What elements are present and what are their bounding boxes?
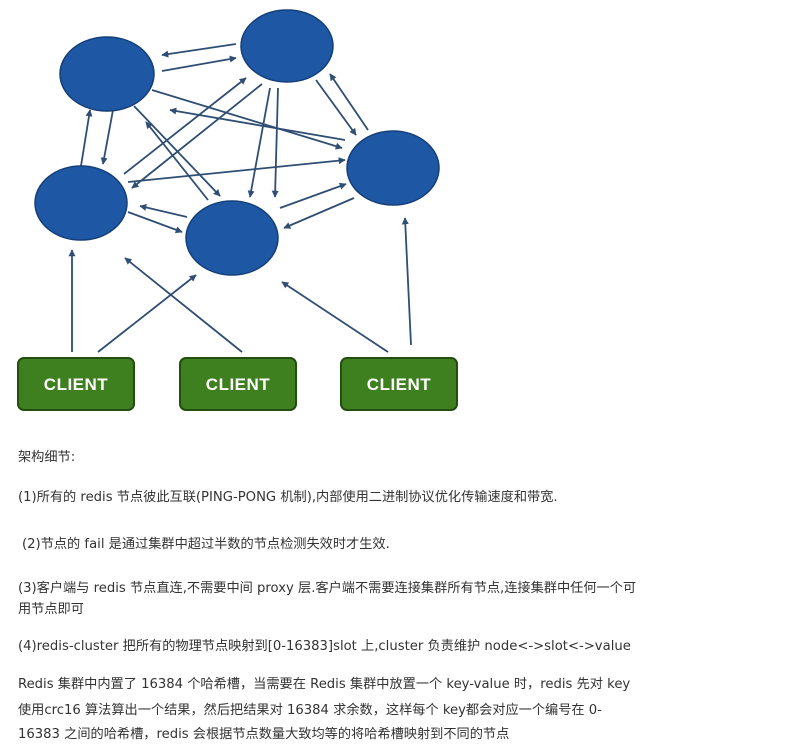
arrow-d-to-a bbox=[80, 109, 93, 167]
hash-slot-line-1: Redis 集群中内置了 16384 个哈希槽，当需要在 Redis 集群中放置… bbox=[18, 677, 631, 692]
arrow-b-to-e bbox=[247, 87, 271, 198]
arrow-d-to-c bbox=[127, 157, 346, 183]
section-heading: 架构细节: bbox=[18, 450, 76, 465]
detail-3-line-2: 用节点即可 bbox=[18, 602, 84, 617]
hash-slot-line-3: 16383 之间的哈希槽，redis 会根据节点数量大致均等的将哈希槽映射到不同… bbox=[18, 727, 510, 742]
detail-2: (2)节点的 fail 是通过集群中超过半数的节点检测失效时才生效. bbox=[22, 537, 390, 552]
client-box-2: CLIENT bbox=[179, 357, 297, 411]
arrow-a-to-d bbox=[100, 109, 114, 165]
redis-nodes bbox=[34, 9, 440, 276]
arrow-client3-to-e bbox=[281, 281, 389, 353]
redis-node-right bbox=[346, 130, 440, 206]
arrow-b-to-a bbox=[161, 43, 237, 58]
detail-4: (4)redis-cluster 把所有的物理节点映射到[0-16383]slo… bbox=[18, 639, 631, 654]
arrow-e-to-d bbox=[139, 204, 188, 218]
arrow-e-to-c bbox=[279, 182, 347, 209]
client-label: CLIENT bbox=[44, 375, 109, 394]
arrow-a-to-c bbox=[151, 89, 343, 150]
client-box-3: CLIENT bbox=[340, 357, 458, 411]
hash-slot-line-2: 使用crc16 算法算出一个结果，然后把结果对 16384 求余数，这样每个 k… bbox=[18, 703, 602, 718]
detail-3-line-1: (3)客户端与 redis 节点直连,不需要中间 proxy 层.客户端不需要连… bbox=[18, 581, 637, 596]
arrow-client1-to-e bbox=[97, 274, 197, 353]
arrow-d-to-e bbox=[127, 211, 183, 234]
redis-node-left bbox=[34, 165, 128, 241]
arrow-client3-to-c bbox=[401, 217, 412, 346]
redis-cluster-diagram: CLIENT CLIENT CLIENT bbox=[17, 9, 458, 411]
client-label: CLIENT bbox=[206, 375, 271, 394]
detail-1: (1)所有的 redis 节点彼此互联(PING-PONG 机制),内部使用二进… bbox=[18, 490, 558, 505]
arrow-c-to-b bbox=[329, 73, 369, 131]
client-label: CLIENT bbox=[367, 375, 432, 394]
redis-node-center bbox=[185, 200, 279, 276]
redis-node-top-left bbox=[59, 36, 155, 112]
redis-node-top bbox=[240, 9, 334, 83]
arrow-a-to-b bbox=[161, 55, 237, 72]
arrow-b-to-c bbox=[315, 79, 357, 136]
arrow-e-to-b bbox=[271, 87, 279, 198]
client-box-1: CLIENT bbox=[17, 357, 135, 411]
